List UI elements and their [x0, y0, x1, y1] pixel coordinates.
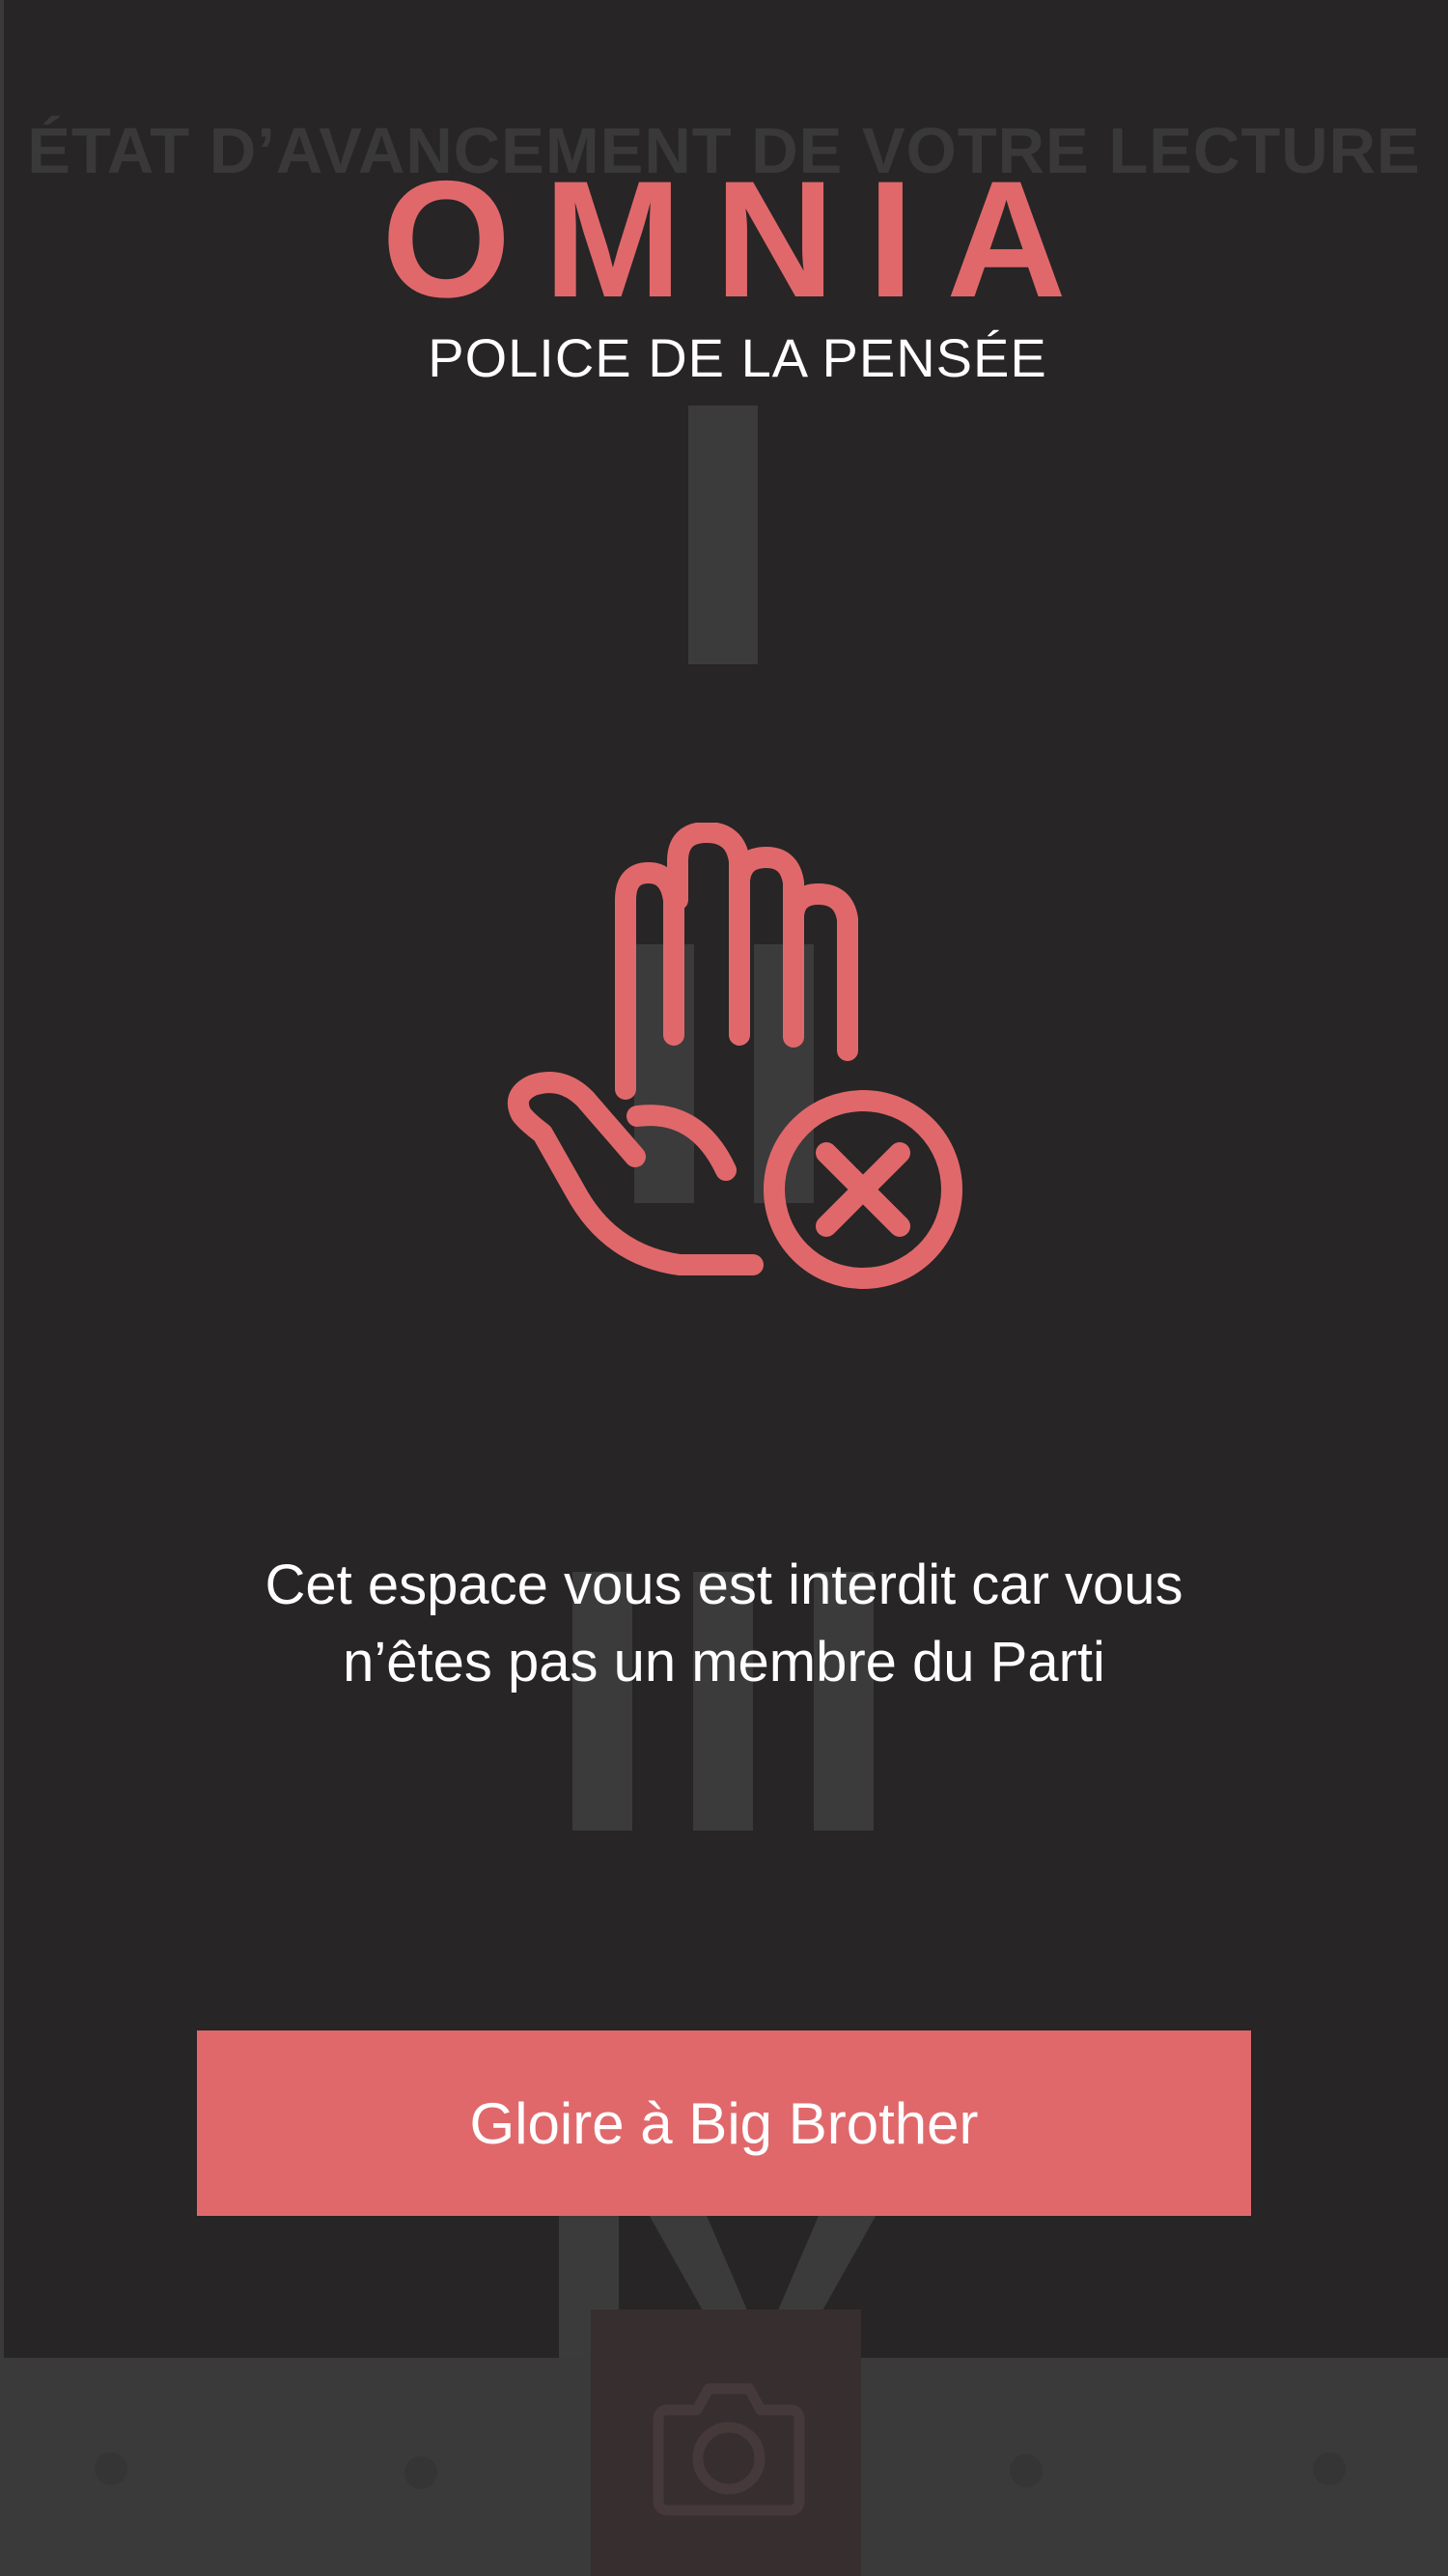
camera-tab[interactable] [591, 2310, 861, 2576]
tab-dot[interactable] [404, 2456, 437, 2489]
tab-dot[interactable] [1010, 2454, 1043, 2487]
brand-title: OMNIA [381, 147, 1100, 332]
message-line: n’êtes pas un membre du Parti [343, 1631, 1105, 1694]
tab-dot[interactable] [95, 2452, 127, 2485]
page-subtitle: POLICE DE LA PENSÉE [428, 327, 1047, 388]
tab-dot[interactable] [1313, 2452, 1346, 2485]
glory-big-brother-button[interactable]: Gloire à Big Brother [197, 2030, 1251, 2216]
camera-icon [653, 2383, 805, 2516]
message-line: Cet espace vous est interdit car vous [265, 1554, 1183, 1616]
background-roman-numeral-bar [688, 406, 758, 664]
access-denied-message: Cet espace vous est interdit car vous n’… [145, 1547, 1303, 1701]
hand-stop-forbidden-icon [508, 823, 962, 1289]
